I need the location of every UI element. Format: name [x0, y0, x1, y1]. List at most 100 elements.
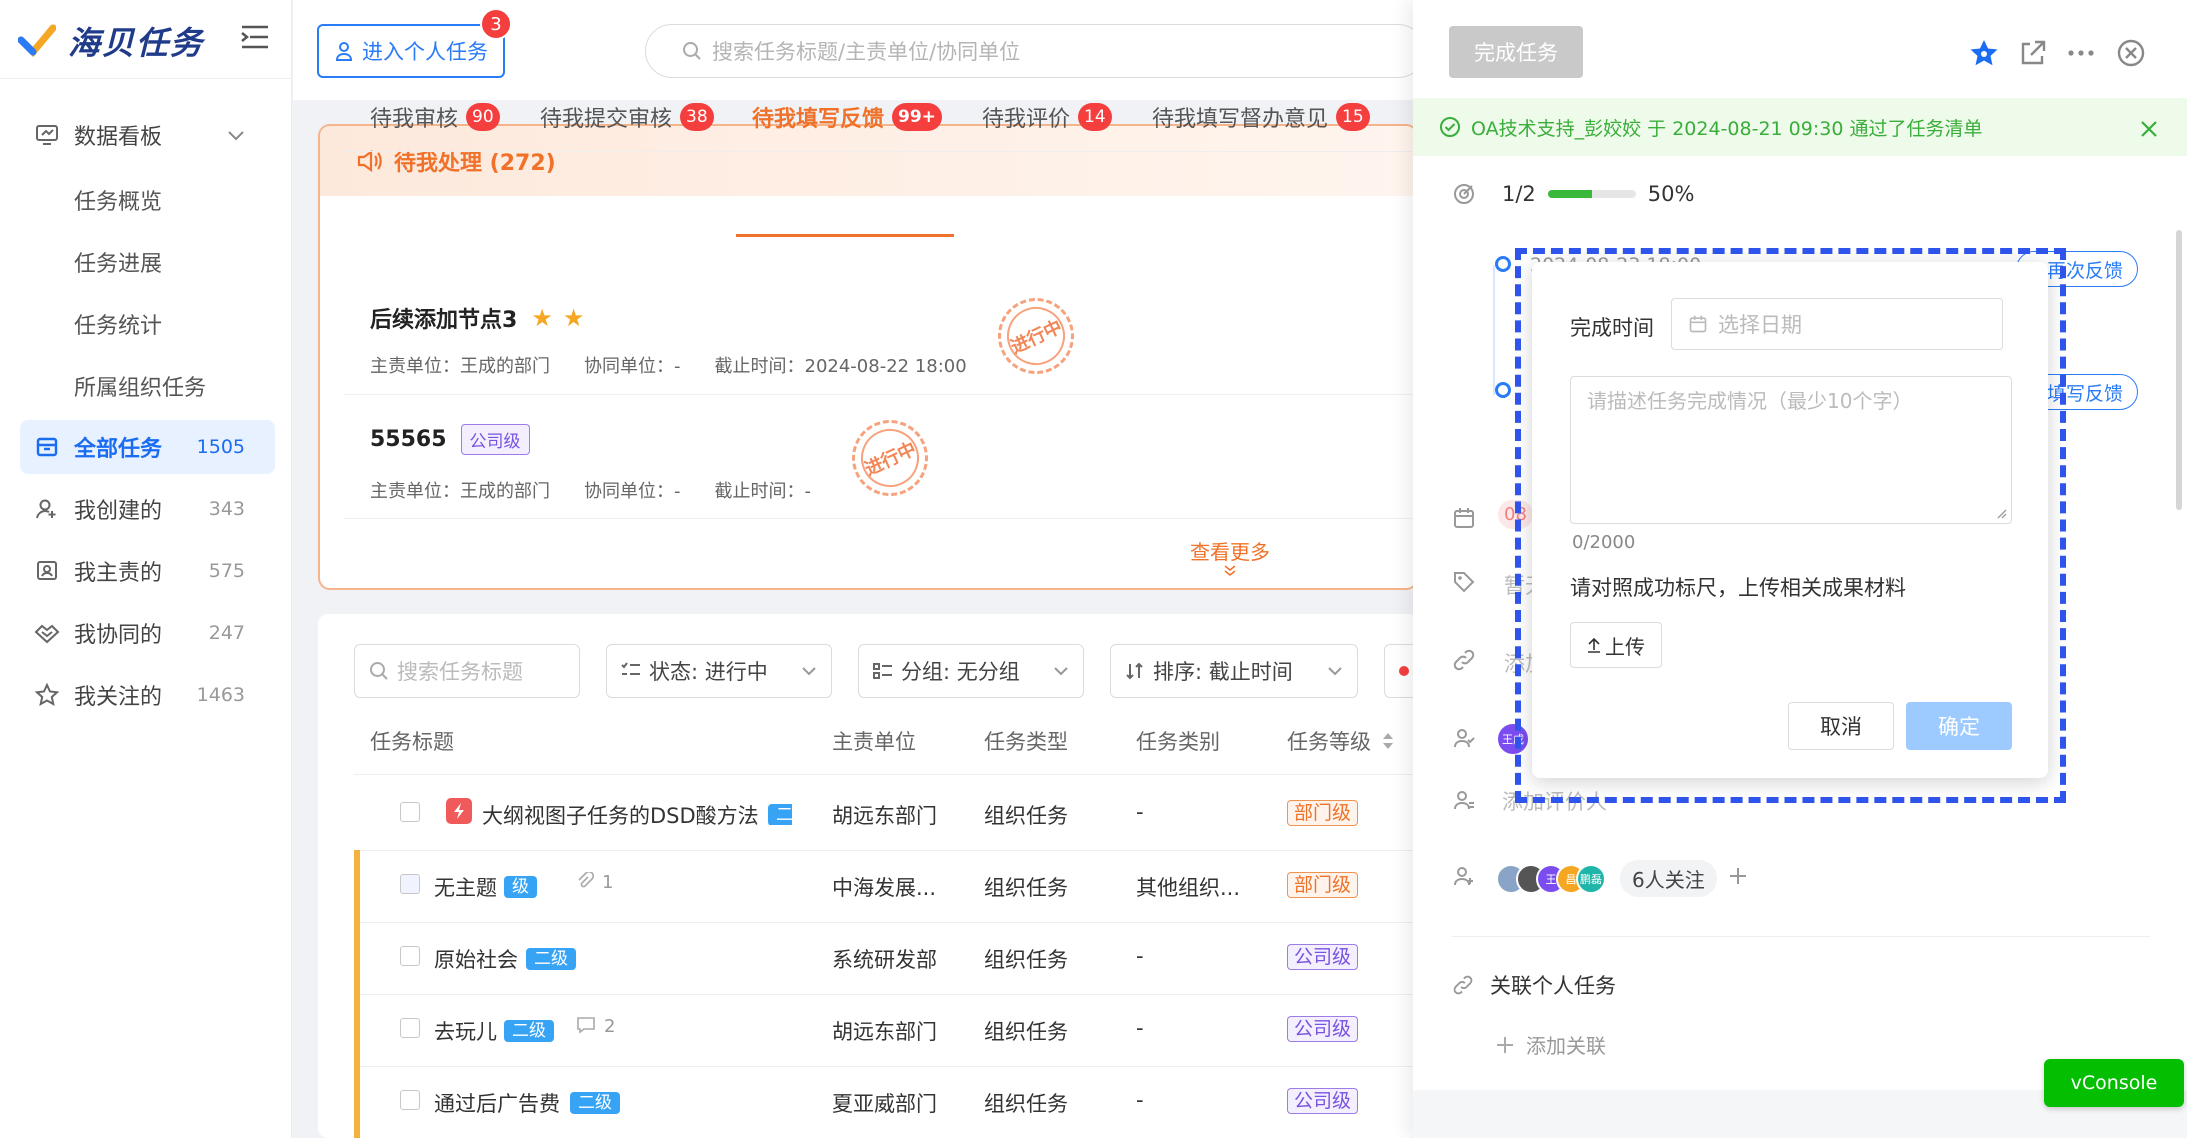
sort-filter[interactable]: 排序: 截止时间 — [1110, 644, 1358, 698]
sidebar-item-label: 我关注的 — [74, 685, 163, 710]
handshake-icon — [34, 624, 60, 644]
close-notice-icon[interactable] — [2140, 120, 2158, 138]
task-search-input[interactable]: 搜索任务标题 — [354, 644, 580, 698]
divider — [0, 78, 292, 79]
timeline-dot — [1495, 382, 1511, 398]
tab-to-review[interactable]: 待我审核 90 — [370, 92, 500, 142]
owner-unit: 胡远东部门 — [832, 804, 937, 828]
sidebar-item-count: 1463 — [196, 684, 245, 706]
sort-icon — [1126, 662, 1143, 680]
comment-icon — [577, 1017, 595, 1034]
level-tag: 级 — [504, 872, 537, 898]
sidebar-item-dashboard[interactable]: 数据看板 — [20, 108, 275, 162]
divider — [354, 774, 1414, 775]
grade-tag: 公司级 — [1287, 1086, 1359, 1114]
row-highlight-bar — [354, 1066, 360, 1138]
status-stamp-text: 进行中 — [851, 419, 929, 497]
sidebar-item-collaborating[interactable]: 我协同的 247 — [20, 606, 275, 660]
sidebar-item-owned[interactable]: 我主责的 575 — [20, 544, 275, 598]
level-tag: 二级 — [768, 800, 792, 825]
pending-item[interactable]: 后续添加节点3 ★ ★ 主责单位：王成的部门 协同单位：- 截止时间：2024-… — [370, 302, 967, 378]
share-icon[interactable] — [2018, 38, 2048, 68]
comment-count: 2 — [576, 1016, 615, 1037]
level-tag-text: 二级 — [526, 948, 576, 970]
sidebar-subitem-progress[interactable]: 任务进展 — [74, 246, 162, 278]
col-header-grade[interactable]: 任务等级 — [1287, 726, 1395, 756]
follower-avatars[interactable]: 王 昌 鹏磊 6人关注 — [1496, 860, 1717, 897]
table-row[interactable]: 通过后广告费 二级 夏亚威部门 组织任务 - 公司级 — [354, 1066, 1414, 1138]
owner-unit: 主责单位：王成的部门 — [370, 356, 550, 377]
pending-item-title: 55565 公司级 — [370, 424, 811, 455]
level-tag-text: 二级 — [504, 1020, 554, 1042]
sidebar-item-created[interactable]: 我创建的 343 — [20, 482, 275, 536]
chevron-down-icon — [1054, 667, 1068, 676]
drawer-scrollbar[interactable] — [2176, 230, 2182, 510]
sidebar-subitem-statistics[interactable]: 任务统计 — [74, 308, 162, 340]
task-title[interactable]: 无主题 — [434, 872, 497, 902]
pending-item[interactable]: 55565 公司级 主责单位：王成的部门 协同单位：- 截止时间：- — [370, 424, 811, 503]
divider — [344, 151, 1418, 152]
star-filled-icon[interactable] — [1968, 38, 2000, 68]
task-title[interactable]: 大纲视图子任务的DSD酸方法 — [482, 800, 759, 830]
task-category: - — [1136, 800, 1144, 824]
task-title[interactable]: 原始社会 — [434, 944, 518, 974]
divider — [344, 518, 1418, 519]
close-icon[interactable] — [2116, 38, 2146, 68]
collapse-menu-icon[interactable] — [240, 24, 270, 50]
more-icon[interactable] — [2066, 48, 2096, 58]
comment-count-text: 2 — [604, 1016, 616, 1037]
add-related-label: 添加关联 — [1526, 1034, 1606, 1058]
status-filter[interactable]: 状态: 进行中 — [606, 644, 832, 698]
pending-item-meta: 主责单位：王成的部门 协同单位：- 截止时间：- — [370, 477, 811, 503]
user-icon — [335, 42, 353, 61]
table-row[interactable]: 原始社会 二级 系统研发部 组织任务 - 公司级 — [354, 922, 1414, 994]
owner-unit: 夏亚威部门 — [832, 1092, 937, 1116]
tab-badge: 99+ — [892, 103, 942, 131]
table-row[interactable]: 大纲视图子任务的DSD酸方法 二级 胡远东部门 组织任务 - 部门级 — [354, 778, 1414, 850]
row-checkbox[interactable] — [400, 1018, 420, 1038]
level-tag: 二级 — [570, 1088, 620, 1114]
task-category: - — [1136, 944, 1144, 968]
owner-icon — [1454, 729, 1475, 748]
inbox-icon — [36, 437, 58, 457]
link-icon — [1453, 975, 1473, 995]
tab-to-feedback[interactable]: 待我填写反馈 99+ — [752, 92, 942, 142]
table-row[interactable]: 无主题 级 1 中海发展... 组织任务 其他组织... 部门级 — [354, 850, 1414, 922]
app-logo[interactable]: 海贝任务 — [18, 14, 204, 68]
grade-tag: 部门级 — [1287, 798, 1359, 826]
tab-to-evaluate[interactable]: 待我评价 14 — [982, 92, 1112, 142]
sidebar-subitem-overview[interactable]: 任务概览 — [74, 184, 162, 216]
red-dot-icon — [1399, 666, 1409, 676]
tab-to-supervise[interactable]: 待我填写督办意见 15 — [1152, 92, 1370, 142]
speaker-icon — [357, 149, 382, 173]
vconsole-button[interactable]: vConsole — [2044, 1059, 2184, 1107]
view-more-link[interactable]: 查看更多 — [1190, 536, 1270, 577]
add-follower-icon[interactable] — [1728, 866, 1748, 886]
sidebar-item-count: 343 — [208, 498, 245, 520]
task-title[interactable]: 通过后广告费 — [434, 1088, 560, 1118]
task-title[interactable]: 去玩儿 — [434, 1016, 497, 1046]
owner-unit: 中海发展... — [832, 876, 937, 900]
tab-badge: 38 — [680, 103, 714, 131]
row-checkbox[interactable] — [400, 946, 420, 966]
complete-task-button[interactable]: 完成任务 — [1449, 26, 1583, 78]
row-checkbox[interactable] — [400, 802, 420, 822]
row-checkbox[interactable] — [400, 1090, 420, 1110]
plus-icon — [1497, 1036, 1513, 1053]
sidebar-item-followed[interactable]: 我关注的 1463 — [20, 668, 275, 722]
sidebar-item-all-tasks[interactable]: 全部任务 1505 — [20, 420, 275, 474]
user-add-icon — [36, 499, 56, 519]
double-chevron-down-icon — [1224, 565, 1236, 576]
row-checkbox[interactable] — [400, 874, 420, 894]
grade-tag: 部门级 — [1287, 870, 1359, 898]
enter-personal-tasks-button[interactable]: 进入个人任务 — [317, 24, 505, 78]
avatar: 鹏磊 — [1576, 863, 1606, 894]
tab-label: 待我提交审核 — [540, 107, 673, 132]
tab-to-submit-review[interactable]: 待我提交审核 38 — [540, 92, 714, 142]
sidebar-subitem-org-tasks[interactable]: 所属组织任务 — [74, 370, 206, 402]
pending-item-title-text: 后续添加节点3 — [370, 308, 518, 333]
table-row[interactable]: 去玩儿 二级 2 胡远东部门 组织任务 - 公司级 — [354, 994, 1414, 1066]
group-filter[interactable]: 分组: 无分组 — [858, 644, 1084, 698]
global-search-input[interactable]: 搜索任务标题/主责单位/协同单位 — [645, 24, 1425, 78]
add-related-button[interactable]: 添加关联 — [1496, 1030, 1606, 1059]
